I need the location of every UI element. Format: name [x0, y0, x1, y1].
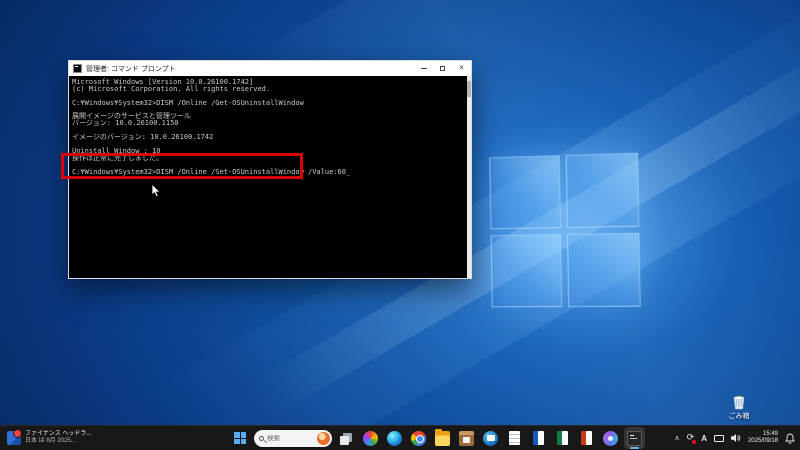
notepad-button[interactable]: [504, 427, 525, 449]
mouse-cursor: [152, 184, 162, 198]
minimize-icon: [421, 68, 427, 69]
outlook-button[interactable]: [480, 427, 501, 449]
widgets-button[interactable]: ファイナンス ヘッドラ... 日本 は 8月 2025...: [2, 426, 96, 450]
taskbar-search[interactable]: [254, 430, 332, 447]
console-line: イメージのバージョン: 10.0.26100.1742: [72, 134, 467, 141]
powerpoint-button[interactable]: [576, 427, 597, 449]
windows-logo-pane: [566, 153, 640, 228]
file-explorer-button[interactable]: [432, 427, 453, 449]
search-input[interactable]: [267, 435, 311, 442]
console-line: C:¥Windows¥System32>DISM /Online /Get-OS…: [72, 100, 467, 107]
task-view-button[interactable]: [336, 427, 357, 449]
notepad-icon: [507, 431, 522, 446]
store-icon: [459, 431, 474, 446]
notification-bell-icon[interactable]: [785, 433, 795, 444]
console-line: バージョン: 10.0.26100.1150: [72, 120, 467, 127]
tray-clock[interactable]: 15:49 2025/09/18: [748, 431, 778, 445]
taskbar: ファイナンス ヘッドラ... 日本 は 8月 2025... ∧ ⟳ A 15:…: [0, 425, 800, 450]
widget-subline: 日本 は 8月 2025...: [25, 438, 91, 445]
chrome-icon: [411, 431, 426, 446]
search-icon: [259, 436, 264, 441]
terminal-icon: [627, 431, 642, 446]
console-line: (c) Microsoft Corporation. All rights re…: [72, 86, 467, 93]
copilot-icon: [363, 431, 378, 446]
windows-logo-pane: [567, 233, 641, 307]
store-button[interactable]: [456, 427, 477, 449]
chrome-button[interactable]: [408, 427, 429, 449]
recycle-bin-shortcut[interactable]: ごみ箱: [716, 393, 762, 421]
minimize-button[interactable]: [414, 61, 433, 76]
recycle-bin-label: ごみ箱: [716, 411, 762, 421]
windows-start-icon: [234, 432, 246, 444]
console-scrollbar[interactable]: [467, 76, 471, 278]
excel-icon: [555, 431, 570, 446]
photos-icon: [603, 431, 618, 446]
widget-headline: ファイナンス ヘッドラ...: [25, 431, 91, 438]
search-highlight-avatar: [317, 432, 330, 445]
maximize-icon: [440, 66, 445, 71]
recycle-bin-icon: [730, 393, 748, 410]
update-pending-icon[interactable]: ⟳: [687, 434, 695, 443]
close-icon: ✕: [459, 65, 465, 72]
word-button[interactable]: [528, 427, 549, 449]
copilot-button[interactable]: [360, 427, 381, 449]
window-title: 管理者: コマンド プロンプト: [86, 64, 176, 74]
window-titlebar[interactable]: 管理者: コマンド プロンプト ✕: [69, 61, 471, 76]
maximize-button[interactable]: [433, 61, 452, 76]
windows-logo-pane: [489, 155, 561, 229]
terminal-button[interactable]: [624, 427, 645, 449]
start-button[interactable]: [230, 428, 250, 448]
powerpoint-icon: [579, 431, 594, 446]
windows-logo: [489, 153, 641, 308]
photos-button[interactable]: [600, 427, 621, 449]
display-tray-icon[interactable]: [714, 435, 724, 442]
volume-icon[interactable]: [731, 433, 741, 443]
tray-overflow-chevron-icon[interactable]: ∧: [675, 434, 680, 442]
edge-icon: [387, 431, 402, 446]
taskbar-apps: [336, 427, 645, 449]
red-highlight-box: [61, 153, 303, 179]
cmd-app-icon: [73, 64, 82, 73]
task-view-icon: [339, 431, 354, 446]
tray-date: 2025/09/18: [748, 438, 778, 445]
file-explorer-icon: [435, 431, 450, 446]
widgets-finance-icon: [7, 431, 21, 445]
outlook-icon: [483, 431, 498, 446]
windows-logo-pane: [491, 234, 563, 307]
console-scrollbar-thumb[interactable]: [467, 81, 471, 97]
edge-button[interactable]: [384, 427, 405, 449]
excel-button[interactable]: [552, 427, 573, 449]
word-icon: [531, 431, 546, 446]
system-tray: ∧ ⟳ A 15:49 2025/09/18: [675, 426, 797, 450]
close-button[interactable]: ✕: [452, 61, 471, 76]
tray-time: 15:49: [748, 431, 778, 438]
ime-mode-indicator[interactable]: A: [701, 434, 707, 443]
